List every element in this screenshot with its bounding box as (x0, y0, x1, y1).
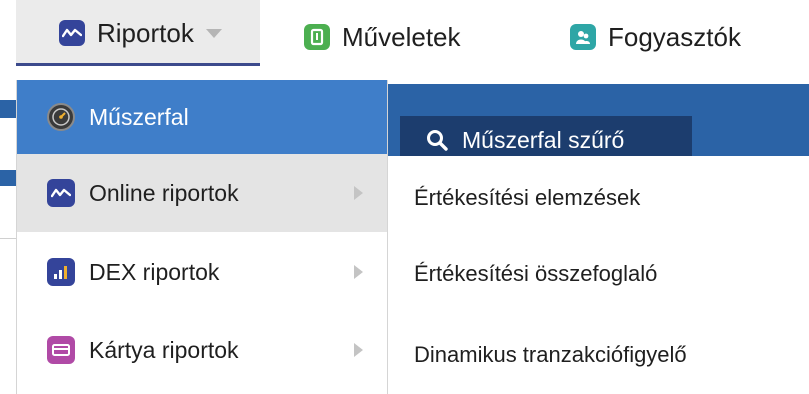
chevron-right-icon (354, 343, 363, 357)
nav-fogyasztok-label: Fogyasztók (608, 21, 741, 52)
nav-fogyasztok[interactable]: Fogyasztók (570, 10, 741, 64)
dashboard-filter-label: Műszerfal szűrő (462, 126, 625, 153)
report-wave-icon (59, 20, 85, 46)
menu-item-muszerfal[interactable]: Műszerfal (17, 80, 387, 154)
menu-item-label: Kártya riportok (89, 336, 239, 363)
submenu-item-ertekesitesi-osszefoglalo[interactable]: Értékesítési összefoglaló (414, 261, 657, 287)
menu-item-label: DEX riportok (89, 258, 220, 285)
nav-riportok[interactable]: Riportok (16, 0, 260, 66)
top-navigation: Riportok Műveletek Fogyasztók (0, 0, 809, 76)
bar-chart-icon (47, 258, 75, 286)
nav-muveletek[interactable]: Műveletek (304, 10, 461, 64)
menu-item-kartya-riportok[interactable]: Kártya riportok (17, 312, 387, 388)
chevron-right-icon (354, 265, 363, 279)
nav-riportok-label: Riportok (97, 17, 194, 48)
reports-dropdown-menu: Műszerfal Online riportok DEX riportok K… (16, 80, 388, 394)
nav-muveletek-label: Műveletek (342, 21, 461, 52)
menu-item-label: Műszerfal (89, 103, 189, 130)
chevron-right-icon (354, 186, 363, 200)
consumers-icon (570, 24, 596, 50)
online-reports-submenu: Értékesítési elemzések Értékesítési össz… (388, 156, 809, 394)
menu-item-online-riportok[interactable]: Online riportok (17, 154, 387, 232)
report-wave-icon (47, 179, 75, 207)
app-screen: Műszerfal szűrő Riportok Műveletek Fogya… (0, 0, 809, 394)
card-icon (47, 336, 75, 364)
chevron-down-icon (205, 28, 222, 38)
operations-icon (304, 24, 330, 50)
menu-item-label: Online riportok (89, 179, 239, 206)
search-icon (427, 130, 448, 151)
submenu-item-dinamikus-tranzakciofigyelo[interactable]: Dinamikus tranzakciófigyelő (414, 342, 687, 368)
dashboard-gauge-icon (47, 103, 75, 131)
menu-item-dex-riportok[interactable]: DEX riportok (17, 232, 387, 312)
submenu-item-ertekesitesi-elemzesek[interactable]: Értékesítési elemzések (414, 185, 640, 211)
